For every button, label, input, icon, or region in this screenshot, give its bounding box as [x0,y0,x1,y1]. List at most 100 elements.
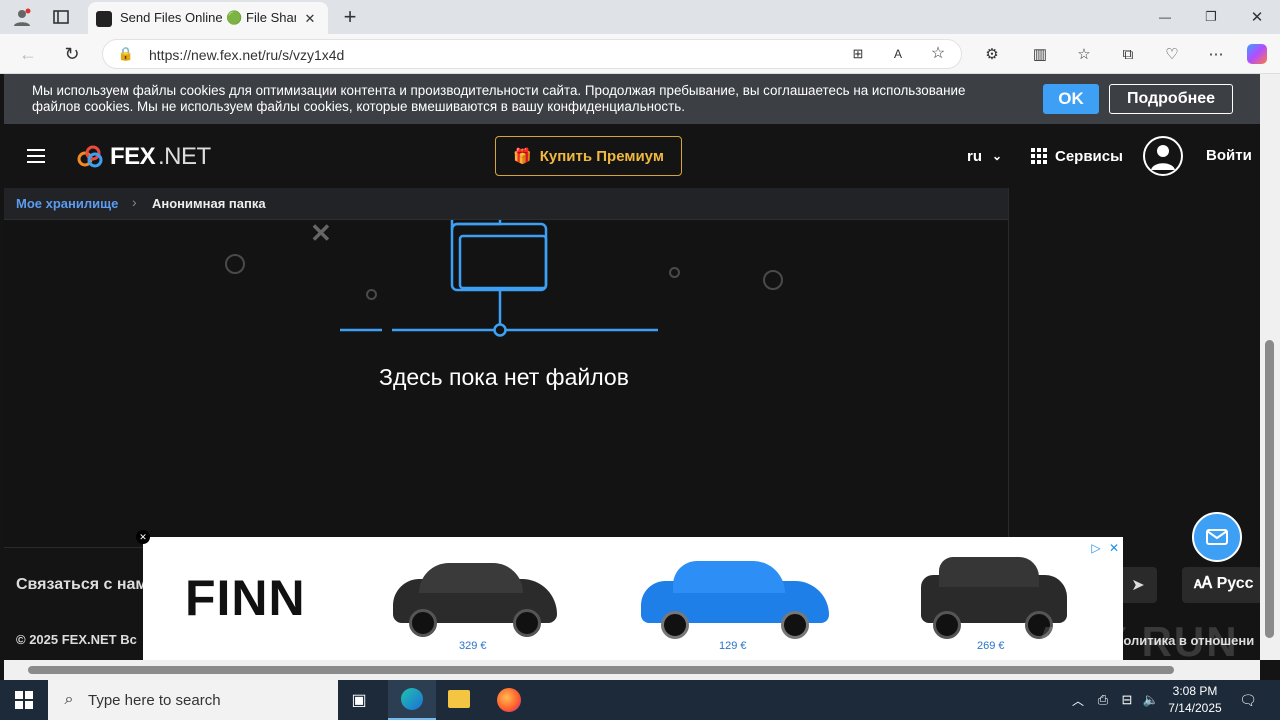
back-icon[interactable]: ← [16,42,40,66]
maximize-button[interactable]: ❐ [1200,6,1222,28]
ad-price-3[interactable]: 269 € [977,640,1005,652]
tab-title: Send Files Online 🟢 File Sharing [120,10,296,25]
telegram-icon[interactable]: ➤ [1119,567,1157,603]
horizontal-scroll-thumb[interactable] [28,666,1174,674]
user-avatar-icon[interactable] [1143,136,1183,176]
favorite-star-icon[interactable]: ☆ [929,44,947,62]
page-viewport: Мы используем файлы cookies для оптимиза… [4,74,1260,660]
url-bar[interactable]: 🔒 https://new.fex.net/ru/s/vzy1x4d ⊞ A ☆ [102,39,962,69]
file-explorer-icon[interactable] [448,690,470,708]
breadcrumb-root-link[interactable]: Мое хранилище [16,196,118,211]
windows-taskbar: ⌕ Type here to search ▣ ︿ ⎙ ⊟ 🔈 3:08 PM … [0,680,1280,720]
services-label: Сервисы [1055,147,1123,165]
ad-brand[interactable]: FINN [185,569,306,627]
fex-logo[interactable]: FEX .NET [76,143,216,171]
language-label: ru [967,147,982,165]
volume-icon[interactable]: 🔈 [1142,690,1160,710]
grid-icon [1031,148,1047,164]
decor-circle-icon [225,254,245,274]
ad-choices-icon[interactable]: ▷ [1089,541,1103,555]
mail-icon [1206,529,1228,545]
extensions-icon[interactable]: ⚙ [982,44,1002,64]
anyrun-watermark: ANY RUN [1034,618,1239,660]
search-placeholder: Type here to search [88,692,221,709]
favorites-icon[interactable]: ☆ [1074,44,1094,64]
taskbar-search-box[interactable]: ⌕ Type here to search [48,680,338,720]
task-view-icon[interactable]: ▣ [348,690,370,710]
more-menu-icon[interactable]: ⋯ [1206,44,1226,64]
network-icon[interactable]: ⊟ [1118,690,1136,710]
notifications-icon[interactable]: 🗨 [1238,690,1258,710]
hamburger-menu-icon[interactable] [27,149,45,163]
contact-mail-button[interactable] [1192,512,1242,562]
cookie-text-line2: файлов cookies. Мы не используем файлы c… [32,99,685,114]
breadcrumb: Мое хранилище › Анонимная папка [4,188,1008,220]
tab-close-icon[interactable]: ✕ [300,9,320,29]
ad-dismiss-icon[interactable]: ✕ [136,530,150,544]
tab-active[interactable]: Send Files Online 🟢 File Sharing ✕ [88,2,328,34]
edge-taskbar-icon[interactable] [388,680,436,720]
breadcrumb-separator-icon: › [132,194,137,210]
windows-logo-icon [15,691,33,709]
tray-chevron-up-icon[interactable]: ︿ [1070,690,1086,710]
gift-icon: 🎁 [513,148,532,165]
search-icon: ⌕ [64,691,74,708]
footer-language-button[interactable]: 🗚 Русс [1182,567,1260,603]
empty-state: ✕ Здесь пока нет файлов [4,218,1008,547]
translate-icon: 🗚 [1194,575,1213,592]
services-menu[interactable]: Сервисы [1031,146,1123,166]
app-available-icon[interactable]: ⊞ [849,45,867,63]
browser-essentials-icon[interactable]: ♡ [1162,44,1182,64]
vertical-scroll-thumb[interactable] [1265,340,1274,638]
close-window-button[interactable]: ✕ [1246,6,1268,28]
copyright-text: © 2025 FEX.NET Вс [16,632,137,647]
fex-logo-icon [77,145,103,168]
clock-time: 3:08 PM [1172,684,1218,698]
site-header: FEX .NET 🎁 Купить Премиум ru ⌄ Сервисы В… [4,124,1260,188]
read-aloud-icon[interactable]: A [889,45,907,63]
clock-date: 7/14/2025 [1168,701,1222,715]
contact-link[interactable]: Связаться с нам [16,576,147,594]
profile-icon[interactable] [10,6,34,28]
cookie-ok-button[interactable]: OK [1043,84,1099,114]
reload-icon[interactable]: ↻ [60,42,84,66]
ad-close-icon[interactable]: ✕ [1107,541,1121,555]
chevron-down-icon: ⌄ [992,149,1003,163]
firefox-icon[interactable] [497,688,521,712]
breadcrumb-current: Анонимная папка [152,196,266,211]
collections-icon[interactable]: ⧉ [1118,44,1138,64]
minimize-button[interactable]: — [1154,6,1176,28]
empty-folder-icon [340,220,658,337]
buy-premium-button[interactable]: 🎁 Купить Премиум [495,136,682,176]
empty-message: Здесь пока нет файлов [379,364,629,390]
cookie-text-line1: Мы используем файлы cookies для оптимиза… [32,83,966,98]
cookie-more-button[interactable]: Подробнее [1109,84,1233,114]
ad-banner[interactable]: FINN 329 € 129 € 269 € ▷ ✕ [143,537,1123,660]
language-selector[interactable]: ru ⌄ [967,146,1002,166]
browser-tab-bar: Send Files Online 🟢 File Sharing ✕ + — ❐… [0,0,1280,34]
logo-text-fex: FEX [110,143,156,170]
url-text[interactable]: https://new.fex.net/ru/s/vzy1x4d [149,47,344,63]
vertical-scrollbar[interactable] [1260,74,1280,660]
ad-price-1[interactable]: 329 € [459,640,487,652]
cookie-banner: Мы используем файлы cookies для оптимиза… [4,74,1260,124]
decor-circle-icon [669,267,680,278]
copilot-icon[interactable] [1247,44,1267,64]
new-tab-button[interactable]: + [338,4,362,30]
tray-device-icon[interactable]: ⎙ [1094,690,1112,710]
start-button[interactable] [0,680,48,720]
ad-car-image-1[interactable] [389,555,561,637]
footer-language-label: Русс [1216,575,1254,592]
ad-car-image-2[interactable] [639,553,831,639]
decor-x-icon: ✕ [310,218,332,248]
taskbar-clock[interactable]: 3:08 PM 7/14/2025 [1166,683,1224,717]
logo-text-net: .NET [158,143,211,170]
split-screen-icon[interactable]: ▥ [1030,44,1050,64]
decor-circle-icon [763,270,783,290]
fex-favicon-icon [96,11,112,27]
ad-price-2[interactable]: 129 € [719,640,747,652]
tab-actions-icon[interactable] [50,6,72,28]
site-info-icon[interactable]: 🔒 [117,45,135,63]
login-link[interactable]: Войти [1206,147,1252,164]
horizontal-scrollbar[interactable] [4,660,1260,680]
